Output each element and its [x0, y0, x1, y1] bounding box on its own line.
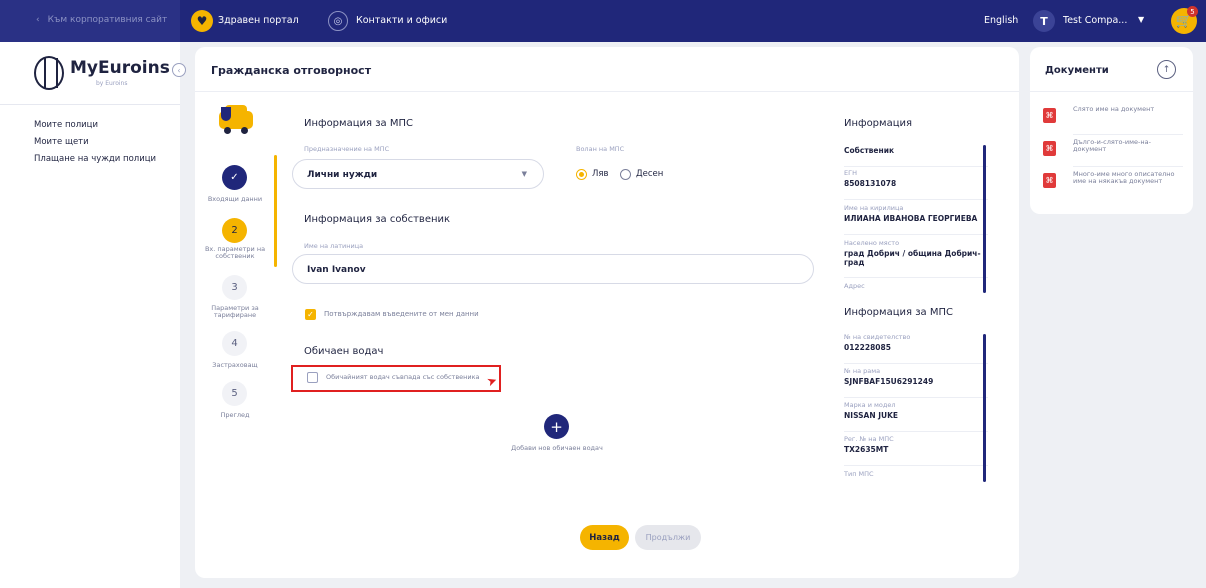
confirm-data-label[interactable]: Потвърждавам въведените от мен данни — [324, 310, 479, 318]
step-1-check-icon[interactable]: ✓ — [222, 165, 247, 190]
logo-subtitle: by Euroins — [96, 80, 128, 87]
pdf-icon: ⌘ — [1043, 108, 1056, 123]
corporate-site-label: Към корпоративния сайт — [47, 15, 168, 25]
steering-left-label[interactable]: Ляв — [592, 169, 609, 179]
collapse-sidebar-icon[interactable]: ‹ — [172, 63, 186, 77]
info-vehicle-type: Тип МПС — [844, 470, 874, 478]
latin-name-value: Ivan Ivanov — [307, 265, 366, 275]
step-5-circle[interactable]: 5 — [222, 381, 247, 406]
step-3-circle[interactable]: 3 — [222, 275, 247, 300]
cart-badge: 5 — [1187, 6, 1198, 17]
document-item[interactable]: ⌘ Много-име много описателно име на няка… — [1043, 170, 1183, 201]
continue-button[interactable]: Продължи — [635, 525, 701, 550]
top-bar: ‹ Към корпоративния сайт ♥ Здравен портал… — [0, 0, 1206, 42]
vehicle-scrollbar[interactable] — [983, 334, 986, 482]
sidebar-item-my-policies[interactable]: Моите полици — [34, 120, 98, 130]
title-divider — [195, 91, 1019, 92]
add-driver-button[interactable]: + — [544, 414, 569, 439]
info-vehicle-title: Информация за МПС — [844, 307, 953, 318]
info-owner-name: Име на кирилица ИЛИАНА ИВАНОВА ГЕОРГИЕВА — [844, 204, 988, 235]
confirm-data-checkbox[interactable]: ✓ — [305, 309, 316, 320]
chevron-left-icon: ‹ — [36, 15, 40, 25]
step-2-label: Вх. параметри на собственик — [204, 245, 266, 261]
documents-title: Документи — [1045, 65, 1109, 76]
sidebar-item-my-claims[interactable]: Моите щети — [34, 137, 89, 147]
sidebar: MyEuroins by Euroins Моите полици Моите … — [0, 42, 180, 588]
steering-label: Волан на МПС — [576, 145, 625, 153]
health-portal-link[interactable]: Здравен портал — [218, 15, 299, 26]
location-pin-icon[interactable]: ◎ — [328, 11, 348, 31]
pdf-icon: ⌘ — [1043, 141, 1056, 156]
owner-scrollbar[interactable] — [983, 145, 986, 293]
sidebar-item-pay-others-policies[interactable]: Плащане на чужди полици — [34, 154, 156, 164]
logo-mark-icon — [34, 56, 64, 90]
upload-icon[interactable]: ↑ — [1157, 60, 1176, 79]
pdf-icon: ⌘ — [1043, 173, 1056, 188]
car-shield-icon — [219, 105, 253, 135]
info-owner-egn: ЕГН 8508131078 — [844, 169, 988, 200]
document-item[interactable]: ⌘ Дълго-и-слято-име-на-документ — [1043, 138, 1183, 165]
purpose-value: Лични нужди — [307, 170, 378, 180]
chevron-down-icon[interactable]: ▼ — [1138, 15, 1144, 24]
info-vehicle-vin: № на рама SJNFBAF15U6291249 — [844, 367, 988, 398]
info-owner-city: Населено място град Добрич / община Добр… — [844, 239, 988, 278]
info-owner-address: Адрес — [844, 282, 865, 290]
user-menu[interactable]: Test Compa... — [1063, 15, 1127, 26]
steering-right-radio[interactable] — [620, 169, 631, 180]
document-separator — [1073, 134, 1183, 135]
document-name: Слято име на документ — [1073, 105, 1155, 113]
language-switch[interactable]: English — [984, 15, 1018, 26]
info-vehicle-certificate: № на свидетелство 012228085 — [844, 333, 988, 364]
driver-section-title: Обичаен водач — [304, 346, 384, 357]
sidebar-divider — [0, 104, 180, 105]
steering-right-label[interactable]: Десен — [636, 169, 663, 179]
step-5-label: Преглед — [220, 411, 250, 419]
purpose-label: Предназначение на МПС — [304, 145, 390, 153]
latin-name-label: Име на латиница — [304, 242, 364, 250]
info-vehicle-make: Марка и модел NISSAN JUKE — [844, 401, 988, 432]
owner-section-title: Информация за собственик — [304, 214, 451, 225]
back-button[interactable]: Назад — [580, 525, 629, 550]
info-vehicle-reg: Рег. № на МПС TX2635MT — [844, 435, 988, 466]
logo-name: MyEuroins — [70, 58, 170, 78]
chevron-down-icon: ▼ — [521, 170, 527, 178]
corporate-site-link[interactable]: ‹ Към корпоративния сайт — [36, 15, 167, 25]
vehicle-section-title: Информация за МПС — [304, 118, 413, 129]
documents-card: Документи ↑ ⌘ Слято име на документ ⌘ Дъ… — [1030, 47, 1193, 214]
step-4-label: Застраховащ — [212, 361, 258, 369]
avatar[interactable]: T — [1033, 10, 1055, 32]
step-2-circle[interactable]: 2 — [222, 218, 247, 243]
step-1-label: Входящи данни — [207, 195, 263, 203]
documents-divider — [1030, 91, 1193, 92]
page-title: Гражданска отговорност — [211, 64, 372, 77]
steering-left-radio[interactable] — [576, 169, 587, 180]
contacts-link[interactable]: Контакти и офиси — [356, 15, 447, 26]
purpose-select[interactable]: Лични нужди ▼ — [292, 159, 544, 189]
step-4-circle[interactable]: 4 — [222, 331, 247, 356]
latin-name-input[interactable]: Ivan Ivanov — [292, 254, 814, 284]
heart-icon[interactable]: ♥ — [191, 10, 213, 32]
driver-same-as-owner-checkbox[interactable] — [307, 372, 318, 383]
driver-same-as-owner-label[interactable]: Обичайният водач съвпада със собственика — [326, 373, 480, 381]
document-name: Дълго-и-слято-име-на-документ — [1073, 138, 1151, 154]
document-separator — [1073, 166, 1183, 167]
info-panel: Информация Собственик ЕГН 8508131078 Име… — [838, 103, 998, 563]
document-name: Много-име много описателно име на някакъ… — [1073, 170, 1175, 186]
step-3-label: Параметри за тарифиране — [211, 304, 259, 320]
document-item[interactable]: ⌘ Слято име на документ — [1043, 105, 1183, 132]
add-driver-label[interactable]: Добави нов обичаен водач — [195, 444, 919, 452]
owner-heading: Собственик — [844, 145, 988, 167]
step-active-bar — [274, 155, 277, 267]
logo[interactable]: MyEuroins by Euroins — [34, 52, 174, 96]
info-title: Информация — [844, 118, 913, 129]
main-card: Гражданска отговорност ✓ Входящи данни 2… — [195, 47, 1019, 578]
